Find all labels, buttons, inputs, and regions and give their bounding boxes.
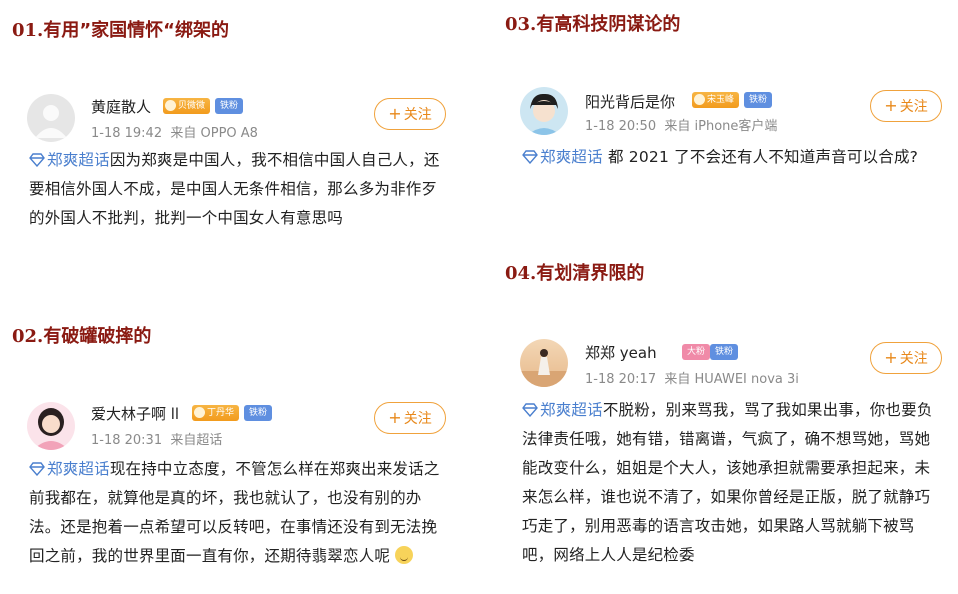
diamond-icon	[29, 153, 45, 167]
section-title-01: 01.有用”家国情怀“绑架的	[12, 20, 229, 41]
topic-link[interactable]: 郑爽超话	[522, 401, 603, 419]
topic-link[interactable]: 郑爽超话	[29, 460, 110, 478]
post-time: 1-18 20:17	[585, 372, 657, 387]
member-badge: 贝微微	[163, 98, 211, 114]
post-source: 来自 iPhone客户端	[664, 119, 778, 134]
fan-badge: 铁粉	[244, 405, 273, 421]
diamond-icon	[29, 462, 45, 476]
follow-button[interactable]: + 关注	[870, 342, 942, 374]
plus-icon: +	[884, 96, 898, 115]
diamond-icon	[522, 150, 538, 164]
post-time: 1-18 20:50	[585, 119, 657, 134]
post-content: 郑爽超话现在持中立态度，不管怎么样在郑爽出来发话之前我都在，就算他是真的坏，我也…	[29, 455, 451, 571]
post-text: 都 2021 了不会还有人不知道声音可以合成?	[602, 148, 919, 166]
member-badge: 丁丹华	[192, 405, 240, 421]
post-content: 郑爽超话 都 2021 了不会还有人不知道声音可以合成?	[522, 143, 946, 172]
post-meta: 1-18 20:17 来自 HUAWEI nova 3i	[585, 368, 799, 387]
plus-icon: +	[884, 348, 898, 367]
member-badge: 宋玉峰	[692, 92, 740, 108]
post-source: 来自 HUAWEI nova 3i	[664, 372, 799, 387]
post-source: 来自 OPPO A8	[170, 126, 258, 141]
topic-link[interactable]: 郑爽超话	[522, 148, 603, 166]
username[interactable]: 爱大林子啊 ll	[91, 403, 179, 424]
fan-badge: 铁粉	[744, 92, 773, 108]
post-meta: 1-18 19:42 来自 OPPO A8	[91, 122, 258, 141]
avatar[interactable]	[27, 402, 75, 450]
username[interactable]: 黄庭散人	[91, 96, 151, 117]
post-time: 1-18 19:42	[91, 126, 163, 141]
username[interactable]: 郑郑 yeah	[585, 342, 657, 363]
follow-button[interactable]: + 关注	[374, 98, 446, 130]
avatar[interactable]	[520, 339, 568, 387]
follow-button[interactable]: + 关注	[374, 402, 446, 434]
post-source: 来自超话	[170, 433, 223, 448]
diamond-icon	[522, 403, 538, 417]
post-content: 郑爽超话因为郑爽是中国人，我不相信中国人自己人，还要相信外国人不成，是中国人无条…	[29, 146, 451, 233]
plus-icon: +	[388, 408, 402, 427]
section-title-04: 04.有划清界限的	[505, 263, 645, 284]
post-text: 不脱粉，别来骂我，骂了我如果出事，你也要负法律责任哦，她有错，错离谱，气疯了，确…	[522, 401, 933, 564]
post-meta: 1-18 20:31 来自超话	[91, 429, 222, 448]
emoji-icon	[395, 546, 414, 564]
topic-link[interactable]: 郑爽超话	[29, 151, 110, 169]
follow-button[interactable]: + 关注	[870, 90, 942, 122]
member-badge: 大粉	[682, 344, 711, 360]
section-title-03: 03.有高科技阴谋论的	[505, 14, 681, 35]
post-meta: 1-18 20:50 来自 iPhone客户端	[585, 115, 777, 134]
avatar[interactable]	[520, 87, 568, 135]
avatar[interactable]	[27, 94, 75, 142]
fan-badge: 铁粉	[215, 98, 244, 114]
post-content: 郑爽超话不脱粉，别来骂我，骂了我如果出事，你也要负法律责任哦，她有错，错离谱，气…	[522, 396, 940, 570]
plus-icon: +	[388, 104, 402, 123]
post-time: 1-18 20:31	[91, 433, 163, 448]
section-title-02: 02.有破罐破摔的	[12, 326, 152, 347]
fan-badge: 铁粉	[710, 344, 739, 360]
username[interactable]: 阳光背后是你	[585, 91, 675, 112]
